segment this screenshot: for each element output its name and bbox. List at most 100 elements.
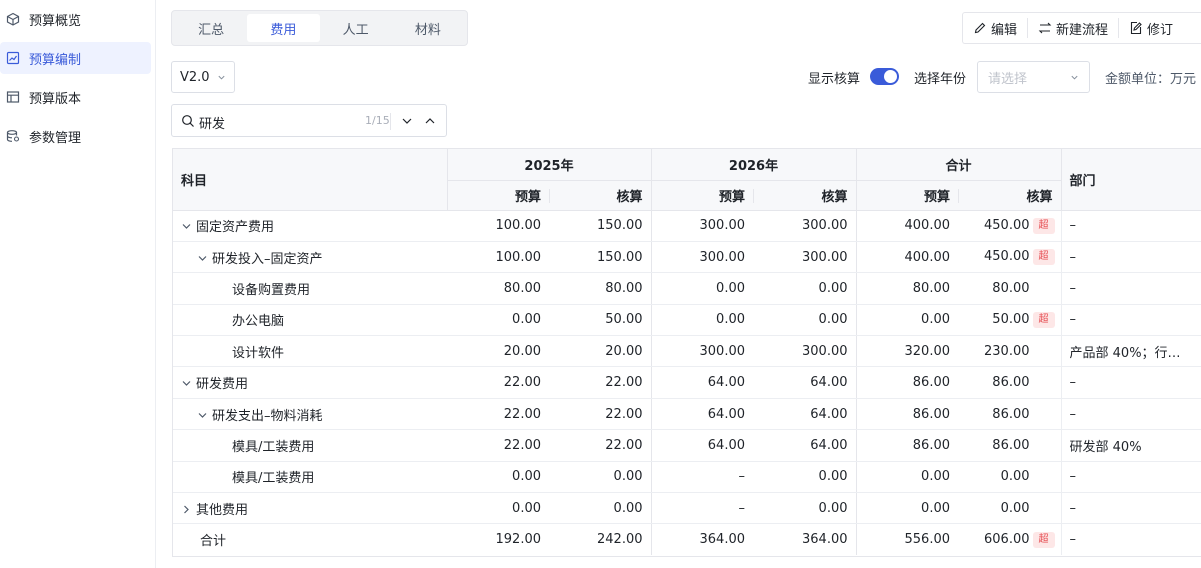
dept-cell: 研发部 40% bbox=[1060, 429, 1201, 462]
check-cell: 22.00 bbox=[549, 398, 652, 431]
version-select[interactable]: V2.0 bbox=[171, 61, 235, 93]
table-row[interactable]: 研发投入–固定资产 100.00 150.00 300.00 300.00 400.00 4… bbox=[173, 241, 1201, 274]
cell-value: 22.00 bbox=[605, 406, 643, 422]
subject-cell: 研发支出–物料消耗 bbox=[173, 398, 447, 431]
cell-value: 0.00 bbox=[716, 312, 745, 328]
cell-value: 606.00 bbox=[984, 531, 1030, 547]
subject-label: 设计软件 bbox=[232, 345, 285, 361]
cell-value: 0.00 bbox=[921, 500, 950, 516]
check-cell: 364.00 bbox=[753, 523, 857, 556]
cell-value: 50.00 bbox=[992, 311, 1030, 327]
year-select[interactable]: 请选择 bbox=[977, 61, 1090, 93]
table-row[interactable]: 其他费用 0.00 0.00 – 0.00 0.00 0.00 – bbox=[173, 492, 1201, 525]
dept-cell: – bbox=[1060, 523, 1201, 556]
budget-cell: 364.00 bbox=[651, 524, 753, 555]
tab-material[interactable]: 材料 bbox=[392, 14, 464, 42]
chevron-down-icon bbox=[218, 75, 225, 80]
chevron-down-icon[interactable] bbox=[181, 378, 192, 389]
table-row[interactable]: 模具/工装费用 0.00 0.00 – 0.00 0.00 0.00 – bbox=[173, 461, 1201, 494]
cell-value: 0.00 bbox=[716, 280, 745, 296]
table-total-row[interactable]: 合计 192.00 242.00 364.00 364.00 556.00 606.00 超 – bbox=[173, 523, 1201, 556]
cell-value: 300.00 bbox=[699, 249, 746, 265]
sidebar-item-label: 预算概览 bbox=[29, 13, 82, 29]
sidebar: 预算概览 预算编制 预算版本 参数管理 bbox=[0, 0, 156, 568]
cell-value: 64.00 bbox=[810, 437, 848, 453]
edit-button[interactable]: 编辑 bbox=[963, 18, 1029, 38]
chevron-down-icon[interactable] bbox=[401, 115, 413, 127]
tab-labor[interactable]: 人工 bbox=[320, 14, 392, 42]
subject-label: 研发费用 bbox=[196, 377, 249, 393]
column-header-subject: 科目 bbox=[173, 149, 448, 211]
budget-cell: 22.00 bbox=[447, 429, 549, 462]
budget-cell: 86.00 bbox=[856, 398, 958, 431]
revise-button[interactable]: 修订 bbox=[1119, 18, 1183, 38]
chevron-right-icon[interactable] bbox=[181, 504, 192, 515]
cell-value: 0.00 bbox=[512, 312, 541, 328]
edit-label: 编辑 bbox=[991, 22, 1018, 38]
budget-cell: 320.00 bbox=[856, 335, 958, 368]
cell-value: 450.00 bbox=[984, 217, 1030, 233]
check-cell: 0.00 bbox=[958, 461, 1062, 494]
column-header-check: 核算 bbox=[549, 180, 652, 211]
cell-value: 22.00 bbox=[605, 437, 643, 453]
budget-cell: 192.00 bbox=[447, 524, 549, 555]
cell-value: 86.00 bbox=[912, 437, 950, 453]
table-row[interactable]: 办公电脑 0.00 50.00 0.00 0.00 0.00 50.00 超 – bbox=[173, 304, 1201, 337]
table-icon bbox=[6, 90, 20, 104]
cell-value: 300.00 bbox=[802, 218, 848, 234]
check-cell: 150.00 bbox=[549, 241, 652, 274]
chevron-down-icon[interactable] bbox=[197, 253, 208, 264]
chevron-up-icon[interactable] bbox=[424, 115, 436, 127]
column-header-2026: 2026年 bbox=[651, 149, 857, 181]
chevron-down-icon[interactable] bbox=[197, 410, 208, 421]
search-box[interactable]: 研发 1/15 bbox=[171, 104, 447, 137]
cell-value: 20.00 bbox=[503, 343, 541, 359]
table-row[interactable]: 设计软件 20.00 20.00 300.00 300.00 320.00 230.00 产品… bbox=[173, 335, 1201, 368]
check-cell: 450.00 超 bbox=[958, 241, 1062, 274]
new-flow-button[interactable]: 新建流程 bbox=[1028, 18, 1120, 38]
subject-cell: 办公电脑 bbox=[173, 304, 447, 337]
cell-value: 86.00 bbox=[912, 375, 950, 391]
cell-value: 64.00 bbox=[707, 375, 745, 391]
sidebar-item-overview[interactable]: 预算概览 bbox=[0, 3, 151, 35]
check-cell: 450.00 超 bbox=[958, 210, 1062, 242]
subject-cell: 其他费用 bbox=[173, 492, 447, 525]
subject-cell: 设计软件 bbox=[173, 335, 447, 368]
column-header-check: 核算 bbox=[958, 180, 1062, 211]
sidebar-item-params[interactable]: 参数管理 bbox=[0, 120, 151, 152]
show-check-toggle[interactable] bbox=[870, 68, 899, 85]
column-header-check: 核算 bbox=[753, 180, 857, 211]
sidebar-item-budget-edit[interactable]: 预算编制 bbox=[0, 42, 151, 74]
cell-value: 364.00 bbox=[802, 532, 848, 548]
table-row[interactable]: 设备购置费用 80.00 80.00 0.00 0.00 80.00 80.00 – bbox=[173, 272, 1201, 305]
budget-cell: 0.00 bbox=[651, 304, 753, 337]
dept-cell: 产品部 40%；行… bbox=[1060, 335, 1201, 368]
budget-cell: 0.00 bbox=[856, 461, 958, 494]
table-row[interactable]: 研发费用 22.00 22.00 64.00 64.00 86.00 86.00 – bbox=[173, 366, 1201, 399]
version-value: V2.0 bbox=[180, 69, 210, 85]
toggle-knob bbox=[884, 70, 897, 83]
cell-value: 242.00 bbox=[597, 532, 643, 548]
check-cell: 64.00 bbox=[753, 429, 857, 462]
cell-value: 0.00 bbox=[613, 469, 643, 485]
check-cell: 20.00 bbox=[549, 335, 652, 368]
cell-value: 0.00 bbox=[1000, 500, 1030, 516]
check-cell: 0.00 bbox=[958, 492, 1062, 525]
cell-value: 0.00 bbox=[512, 500, 541, 516]
table-row[interactable]: 研发支出–物料消耗 22.00 22.00 64.00 64.00 86.00 86.00 – bbox=[173, 398, 1201, 431]
check-cell: 64.00 bbox=[753, 366, 857, 399]
budget-cell: 20.00 bbox=[447, 335, 549, 368]
tab-expense[interactable]: 费用 bbox=[247, 14, 320, 42]
sidebar-item-budget-version[interactable]: 预算版本 bbox=[0, 81, 151, 113]
table-row[interactable]: 固定资产费用 100.00 150.00 300.00 300.00 400.00 450.… bbox=[173, 210, 1201, 242]
cell-value: 0.00 bbox=[512, 469, 541, 485]
tab-summary[interactable]: 汇总 bbox=[175, 14, 247, 42]
chevron-down-icon[interactable] bbox=[181, 221, 192, 232]
table-row[interactable]: 模具/工装费用 22.00 22.00 64.00 64.00 86.00 86.00 研发部… bbox=[173, 429, 1201, 462]
year-placeholder: 请选择 bbox=[988, 71, 1028, 87]
budget-cell: 100.00 bbox=[447, 210, 549, 242]
check-cell: 86.00 bbox=[958, 366, 1062, 399]
cell-value: 0.00 bbox=[818, 280, 848, 296]
search-input[interactable]: 研发 bbox=[199, 113, 225, 132]
budget-table: 科目 2025年 2026年 合计 部门 预算 核算 预算 核算 预算 核算 固… bbox=[172, 148, 1201, 557]
